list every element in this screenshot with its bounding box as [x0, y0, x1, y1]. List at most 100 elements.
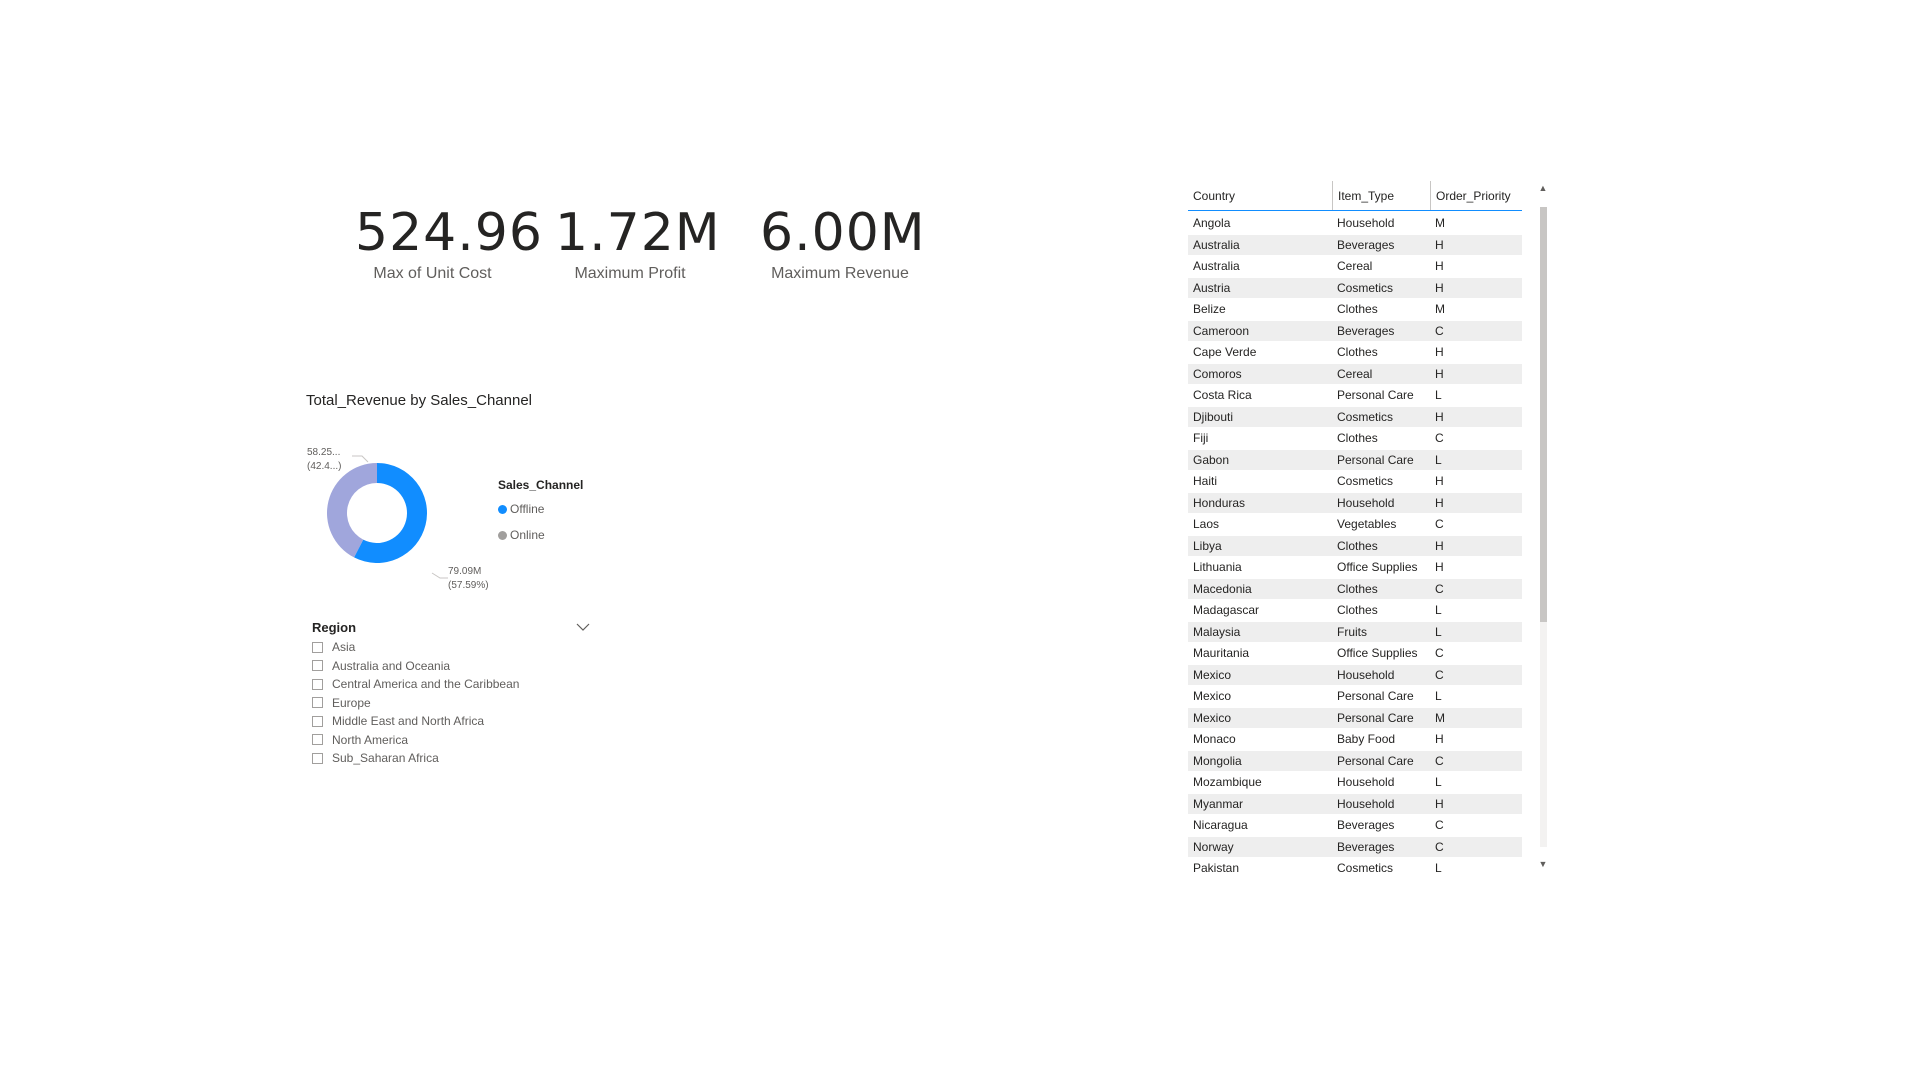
checkbox[interactable]	[312, 734, 323, 746]
table-row[interactable]: Libya Clothes H	[1188, 535, 1522, 557]
table-row[interactable]: Mongolia Personal Care C	[1188, 750, 1522, 772]
table-body: Angola Household M Australia Beverages H Austr…	[1188, 211, 1522, 874]
table-row[interactable]: Cape Verde Clothes H	[1188, 342, 1522, 364]
slicer-item-europe[interactable]: Europe	[312, 694, 592, 713]
cell-item-type: Clothes	[1337, 302, 1378, 317]
table-row[interactable]: Cameroon Beverages C	[1188, 320, 1522, 342]
cell-order-priority: L	[1435, 861, 1442, 874]
vertical-scrollbar[interactable]: ▲ ▼	[1536, 181, 1550, 871]
table-header-row: Country Item_Type Order_Priority	[1188, 181, 1522, 211]
cell-item-type: Beverages	[1337, 818, 1395, 833]
kpi-card-max-unit-cost[interactable]: 524.96 Max of Unit Cost	[355, 203, 542, 283]
table-row[interactable]: Austria Cosmetics H	[1188, 277, 1522, 299]
legend-item-label: Offline	[510, 502, 545, 516]
cell-order-priority: L	[1435, 388, 1442, 403]
kpi-card-maximum-profit[interactable]: 1.72M Maximum Profit	[555, 203, 720, 283]
checkbox[interactable]	[312, 715, 323, 727]
cell-item-type: Personal Care	[1337, 689, 1414, 704]
scroll-down-icon[interactable]: ▼	[1536, 857, 1550, 871]
slicer-item-central-america[interactable]: Central America and the Caribbean	[312, 675, 592, 694]
checkbox[interactable]	[312, 697, 323, 709]
checkbox[interactable]	[312, 678, 323, 690]
table-row[interactable]: Monaco Baby Food H	[1188, 729, 1522, 751]
kpi-card-maximum-revenue[interactable]: 6.00M Maximum Revenue	[760, 203, 925, 283]
table-row[interactable]: Myanmar Household H	[1188, 793, 1522, 815]
table-row[interactable]: Angola Household M	[1188, 213, 1522, 235]
cell-country: Macedonia	[1193, 581, 1252, 596]
cell-item-type: Clothes	[1337, 345, 1378, 360]
table-row[interactable]: Mozambique Household L	[1188, 772, 1522, 794]
table-row[interactable]: Mexico Personal Care L	[1188, 686, 1522, 708]
table-row[interactable]: Gabon Personal Care L	[1188, 449, 1522, 471]
table-row[interactable]: Fiji Clothes C	[1188, 428, 1522, 450]
cell-country: Australia	[1193, 259, 1240, 274]
table-row[interactable]: Malaysia Fruits L	[1188, 621, 1522, 643]
table-row[interactable]: Norway Beverages C	[1188, 836, 1522, 858]
table-row[interactable]: Laos Vegetables C	[1188, 514, 1522, 536]
cell-order-priority: L	[1435, 624, 1442, 639]
column-header-item-type[interactable]: Item_Type	[1332, 181, 1430, 210]
cell-item-type: Household	[1337, 775, 1395, 790]
chevron-down-icon[interactable]	[574, 618, 592, 636]
kpi-label: Max of Unit Cost	[373, 265, 492, 282]
cell-order-priority: C	[1435, 517, 1444, 532]
table-row[interactable]: Lithuania Office Supplies H	[1188, 557, 1522, 579]
slicer-header[interactable]: Region	[312, 616, 592, 638]
table-row[interactable]: Australia Beverages H	[1188, 234, 1522, 256]
online-label-leader	[352, 455, 369, 463]
cell-item-type: Clothes	[1337, 603, 1378, 618]
cell-item-type: Personal Care	[1337, 452, 1414, 467]
slicer-item-asia[interactable]: Asia	[312, 638, 592, 657]
table-row[interactable]: Nicaragua Beverages C	[1188, 815, 1522, 837]
cell-country: Monaco	[1193, 732, 1236, 747]
scrollbar-thumb[interactable]	[1540, 207, 1547, 622]
cell-item-type: Personal Care	[1337, 710, 1414, 725]
cell-country: Haiti	[1193, 474, 1218, 489]
cell-country: Malaysia	[1193, 624, 1241, 639]
cell-order-priority: H	[1435, 495, 1444, 510]
scrollbar-track[interactable]	[1540, 207, 1547, 847]
table-row[interactable]: Haiti Cosmetics H	[1188, 471, 1522, 493]
table-row[interactable]: Macedonia Clothes C	[1188, 578, 1522, 600]
table-row[interactable]: Djibouti Cosmetics H	[1188, 406, 1522, 428]
cell-order-priority: H	[1435, 259, 1444, 274]
table-row[interactable]: Honduras Household H	[1188, 492, 1522, 514]
slicer-item-australia-and-oceania[interactable]: Australia and Oceania	[312, 657, 592, 676]
cell-item-type: Cereal	[1337, 259, 1373, 274]
offline-data-label-pct: (57.59%)	[448, 580, 489, 591]
slicer-item-north-america[interactable]: North America	[312, 731, 592, 750]
legend-item-online[interactable]: Online	[498, 522, 583, 548]
cell-item-type: Household	[1337, 667, 1395, 682]
table-row[interactable]: Belize Clothes M	[1188, 299, 1522, 321]
table-row[interactable]: Australia Cereal H	[1188, 256, 1522, 278]
cell-item-type: Personal Care	[1337, 753, 1414, 768]
table-row[interactable]: Pakistan Cosmetics L	[1188, 858, 1522, 874]
cell-item-type: Office Supplies	[1337, 646, 1418, 661]
cell-country: Norway	[1193, 839, 1234, 854]
online-data-label-pct: (42.4...)	[307, 461, 341, 472]
cell-country: Costa Rica	[1193, 388, 1252, 403]
table-row[interactable]: Comoros Cereal H	[1188, 363, 1522, 385]
table-row[interactable]: Mauritania Office Supplies C	[1188, 643, 1522, 665]
table-row[interactable]: Madagascar Clothes L	[1188, 600, 1522, 622]
legend-item-offline[interactable]: Offline	[498, 496, 583, 522]
offline-data-label-value: 79.09M	[448, 566, 481, 577]
scroll-up-icon[interactable]: ▲	[1536, 181, 1550, 195]
column-header-order-priority[interactable]: Order_Priority	[1430, 181, 1522, 210]
slicer-item-middle-east[interactable]: Middle East and North Africa	[312, 712, 592, 731]
checkbox[interactable]	[312, 641, 323, 653]
table-grid: Country Item_Type Order_Priority Angola H…	[1188, 181, 1522, 874]
donut-chart[interactable]: 58.25... (42.4...) 79.09M (57.59%)	[300, 435, 500, 605]
column-header-country[interactable]: Country	[1188, 181, 1332, 210]
cell-item-type: Cereal	[1337, 366, 1373, 381]
checkbox[interactable]	[312, 660, 323, 672]
cell-country: Gabon	[1193, 452, 1230, 467]
table-row[interactable]: Mexico Household C	[1188, 664, 1522, 686]
kpi-label: Maximum Profit	[574, 265, 686, 282]
checkbox[interactable]	[312, 752, 323, 764]
slicer-item-sub-saharan-africa[interactable]: Sub_Saharan Africa	[312, 749, 592, 768]
table-row[interactable]: Mexico Personal Care M	[1188, 707, 1522, 729]
cell-item-type: Office Supplies	[1337, 560, 1418, 575]
table-row[interactable]: Costa Rica Personal Care L	[1188, 385, 1522, 407]
cell-item-type: Clothes	[1337, 538, 1378, 553]
